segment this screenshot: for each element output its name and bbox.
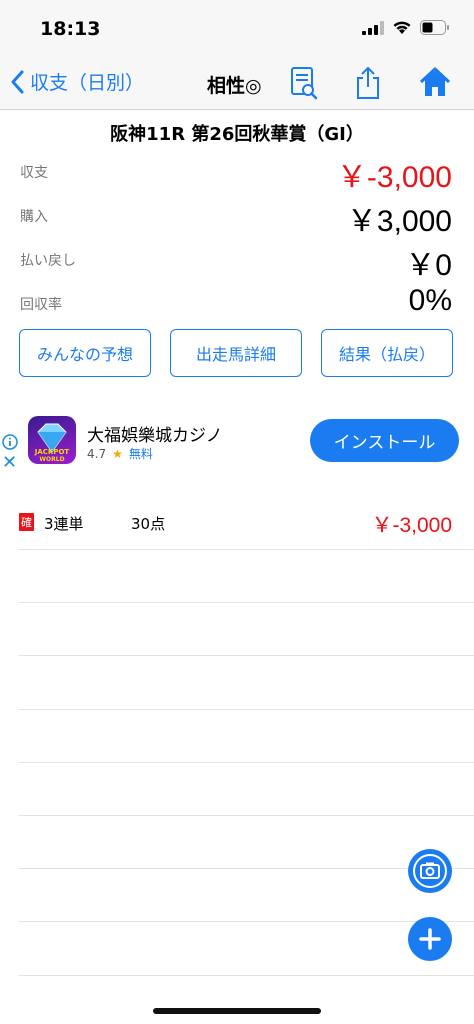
predictions-button[interactable]: みんなの予想 <box>19 329 151 377</box>
wifi-icon <box>393 21 411 34</box>
purchase-label: 購入 <box>20 209 48 225</box>
star-icon: ★ <box>112 446 123 461</box>
payout-label: 払い戻し <box>20 253 76 269</box>
bet-points: 30点 <box>131 515 166 533</box>
chevron-left-icon <box>11 70 24 93</box>
battery-icon <box>420 20 449 35</box>
ad-close-icon[interactable]: ✕ <box>2 452 17 473</box>
list-divider <box>19 709 474 710</box>
list-divider <box>19 655 474 656</box>
share-icon[interactable] <box>355 66 381 100</box>
ad-icon-text-2: WORLD <box>39 456 64 463</box>
payout-value: ￥0 <box>405 249 452 282</box>
navigation-bar: 収支（日別） 相性◎ <box>0 56 474 110</box>
status-bar: 18:13 <box>0 0 474 56</box>
camera-button[interactable] <box>408 849 452 893</box>
list-divider <box>19 921 474 922</box>
results-button[interactable]: 結果（払戻） <box>321 329 453 377</box>
home-indicator <box>153 1008 321 1014</box>
ad-price: 無料 <box>128 447 153 461</box>
balance-label: 収支 <box>20 165 48 181</box>
race-title: 阪神11R 第26回秋華賞（GI） <box>110 124 364 145</box>
list-divider <box>19 868 474 869</box>
list-divider <box>19 762 474 763</box>
bet-type: 3連単 <box>44 515 84 533</box>
balance-value: ￥-3,000 <box>336 161 452 194</box>
ad-info-icon[interactable] <box>2 434 18 450</box>
ad-app-name[interactable]: 大福娯樂城カジノ <box>87 421 223 446</box>
confirmed-badge: 確 <box>19 513 34 531</box>
add-button[interactable] <box>408 917 452 961</box>
plus-icon <box>419 928 441 950</box>
camera-icon <box>413 854 447 888</box>
ad-icon-text-1: JACKPOT <box>34 448 70 456</box>
return-rate-value: 0% <box>408 284 452 317</box>
list-divider <box>19 975 474 976</box>
ad-rating: 4.7 ★ 無料 <box>87 445 153 462</box>
bet-amount: ￥-3,000 <box>371 514 452 537</box>
ad-app-icon[interactable]: JACKPOT WORLD <box>28 416 76 464</box>
purchase-value: ￥3,000 <box>346 205 452 238</box>
list-divider <box>19 602 474 603</box>
back-button[interactable]: 収支（日別） <box>10 68 144 95</box>
return-rate-label: 回収率 <box>20 297 62 313</box>
status-icons <box>362 20 450 35</box>
install-button[interactable]: インストール <box>310 419 459 462</box>
signal-icon <box>362 20 384 35</box>
document-search-icon[interactable] <box>290 66 318 100</box>
entries-detail-button[interactable]: 出走馬詳細 <box>170 329 302 377</box>
list-divider <box>19 815 474 816</box>
ad-rating-value: 4.7 <box>87 446 107 461</box>
page-title: 相性◎ <box>207 75 262 97</box>
home-icon[interactable] <box>419 66 451 98</box>
status-time: 18:13 <box>40 18 101 40</box>
list-divider <box>19 549 474 550</box>
diamond-icon: JACKPOT WORLD <box>34 423 70 463</box>
back-label: 収支（日別） <box>30 72 145 94</box>
